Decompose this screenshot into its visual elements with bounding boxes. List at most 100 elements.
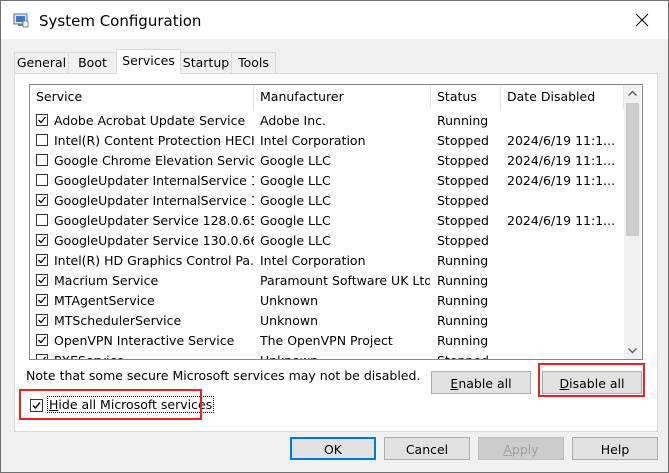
cell-manufacturer: Unknown [260, 351, 430, 359]
cell-status: Running [437, 333, 489, 348]
column-header-status[interactable]: Status [431, 85, 501, 109]
tab-tools[interactable]: Tools [231, 52, 276, 73]
service-checkbox[interactable] [36, 134, 48, 146]
cell-date: 2024/6/19 11:1... [507, 173, 616, 188]
cell-status: Stopped [437, 213, 489, 228]
table-row[interactable]: Macrium Service Paramount Software UK Ltd… [30, 271, 624, 291]
scroll-up-arrow-icon[interactable] [624, 85, 641, 102]
cell-service: GoogleUpdater InternalService 1... [54, 173, 254, 188]
table-row[interactable]: Google Chrome Elevation Servic... Google … [30, 151, 624, 171]
table-row[interactable]: GoogleUpdater InternalService 1... Google… [30, 171, 624, 191]
tab-general[interactable]: General [14, 52, 69, 73]
service-checkbox[interactable] [36, 274, 48, 286]
cell-manufacturer: Google LLC [260, 213, 331, 228]
cell-status: Running [437, 253, 489, 268]
cell-date [507, 231, 622, 251]
service-checkbox[interactable] [36, 254, 48, 266]
table-row[interactable]: Adobe Acrobat Update Service Adobe Inc. Ru… [30, 111, 624, 131]
cell-manufacturer: Intel Corporation [260, 133, 366, 148]
table-row[interactable]: OpenVPN Interactive Service The OpenVPN P… [30, 331, 624, 351]
close-icon[interactable] [631, 9, 653, 31]
cell-status: Running [437, 273, 489, 288]
cell-date [507, 311, 622, 331]
ok-button[interactable]: OK [290, 437, 376, 460]
cell-service: OpenVPN Interactive Service [54, 333, 235, 348]
table-row[interactable]: PXEService Unknown Stopped [30, 351, 624, 359]
cell-service: GoogleUpdater Service 130.0.66... [54, 233, 254, 248]
cell-service: Adobe Acrobat Update Service [54, 113, 246, 128]
cell-manufacturer: Google LLC [260, 173, 331, 188]
cancel-button[interactable]: Cancel [384, 437, 470, 460]
cell-service: GoogleUpdater InternalService 1... [54, 193, 254, 208]
cell-date: 2024/6/19 11:1... [507, 213, 616, 228]
secure-services-note: Note that some secure Microsoft services… [26, 368, 421, 383]
cell-date [507, 111, 622, 131]
cell-service: MTAgentService [54, 293, 155, 308]
cell-date [507, 291, 622, 311]
cell-manufacturer: Google LLC [260, 153, 331, 168]
cell-manufacturer: Paramount Software UK Ltd [260, 273, 430, 288]
service-checkbox[interactable] [36, 314, 48, 326]
help-button[interactable]: Help [572, 437, 658, 460]
cell-date: 2024/6/19 11:1... [507, 153, 616, 168]
cell-status: Stopped [437, 233, 489, 248]
cell-status: Stopped [437, 193, 489, 208]
table-row[interactable]: Intel(R) HD Graphics Control Pa... Intel … [30, 251, 624, 271]
service-checkbox[interactable] [36, 114, 48, 126]
column-header-service[interactable]: Service [30, 85, 254, 109]
cell-date [507, 191, 622, 211]
hide-microsoft-services-highlight [19, 389, 202, 420]
cell-status: Running [437, 313, 489, 328]
title-bar: System Configuration [1, 1, 668, 39]
table-row[interactable]: GoogleUpdater Service 130.0.66... Google … [30, 231, 624, 251]
cell-manufacturer: Google LLC [260, 233, 331, 248]
tab-boot[interactable]: Boot [68, 52, 117, 73]
table-row[interactable]: Intel(R) Content Protection HECI... Intel… [30, 131, 624, 151]
cell-service: GoogleUpdater Service 128.0.65... [54, 213, 254, 228]
column-header-manufacturer[interactable]: Manufacturer [254, 85, 431, 109]
cell-status: Running [437, 293, 489, 308]
cell-manufacturer: Unknown [260, 293, 319, 308]
cell-date [507, 331, 622, 351]
cell-date [507, 251, 622, 271]
disable-all-highlight [538, 363, 645, 397]
service-checkbox[interactable] [36, 234, 48, 246]
table-row[interactable]: GoogleUpdater Service 128.0.65... Google … [30, 211, 624, 231]
service-checkbox[interactable] [36, 294, 48, 306]
cell-status: Stopped [437, 153, 489, 168]
list-header: Service Manufacturer Status Date Disable… [30, 85, 624, 109]
cell-manufacturer: Unknown [260, 313, 319, 328]
table-row[interactable]: GoogleUpdater InternalService 1... Google… [30, 191, 624, 211]
cell-manufacturer: Intel Corporation [260, 253, 366, 268]
cell-service: Intel(R) HD Graphics Control Pa... [54, 253, 254, 268]
vertical-scrollbar[interactable] [624, 85, 641, 359]
cell-service: Intel(R) Content Protection HECI... [54, 133, 254, 148]
service-checkbox[interactable] [36, 354, 48, 359]
cell-date: 2024/6/19 11:1... [507, 133, 616, 148]
column-header-date-disabled[interactable]: Date Disabled [501, 85, 624, 109]
service-checkbox[interactable] [36, 154, 48, 166]
apply-button[interactable]: Apply [478, 437, 564, 460]
enable-all-button[interactable]: Enable all [431, 371, 531, 394]
scroll-down-arrow-icon[interactable] [624, 342, 641, 359]
cell-service: Macrium Service [54, 273, 159, 288]
cell-service: Google Chrome Elevation Servic... [54, 153, 254, 168]
cell-status: Stopped [437, 133, 489, 148]
tab-startup[interactable]: Startup [180, 52, 232, 73]
service-checkbox[interactable] [36, 334, 48, 346]
service-checkbox[interactable] [36, 194, 48, 206]
cell-service: MTSchedulerService [54, 313, 182, 328]
table-row[interactable]: MTAgentService Unknown Running [30, 291, 624, 311]
service-checkbox[interactable] [36, 214, 48, 226]
window-title: System Configuration [39, 12, 202, 30]
tab-services[interactable]: Services [116, 49, 181, 74]
system-configuration-window: System Configuration General Boot Servic… [0, 0, 669, 473]
cell-date [507, 351, 622, 359]
cell-manufacturer: The OpenVPN Project [260, 333, 393, 348]
service-checkbox[interactable] [36, 174, 48, 186]
table-row[interactable]: MTSchedulerService Unknown Running [30, 311, 624, 331]
cell-date [507, 271, 622, 291]
services-list[interactable]: Service Manufacturer Status Date Disable… [29, 84, 643, 360]
cell-status: Stopped [437, 173, 489, 188]
scrollbar-thumb[interactable] [626, 103, 639, 236]
